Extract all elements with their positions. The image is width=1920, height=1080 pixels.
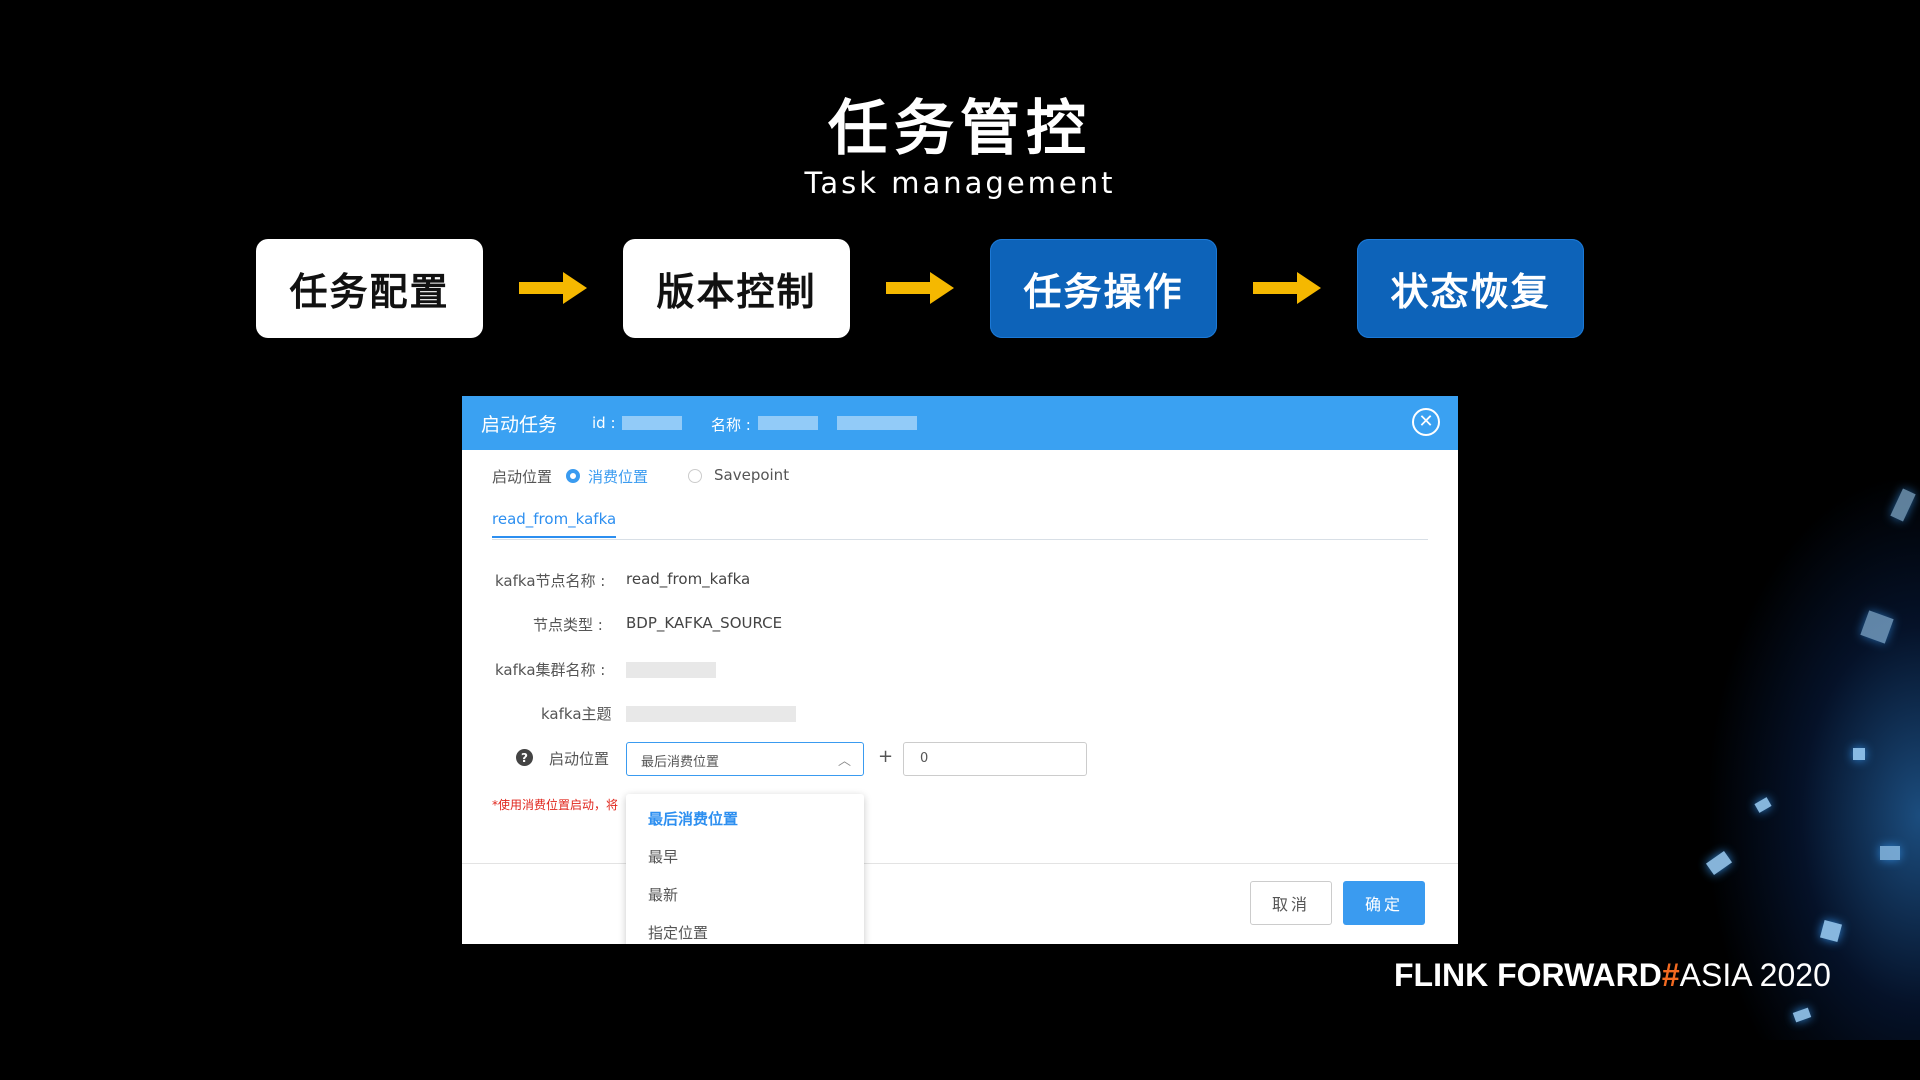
arrow-right-icon (1253, 272, 1321, 304)
dialog-header: 启动任务 id : 名称 : ✕ (462, 396, 1458, 450)
brand-logo: FLINK FORWARD#ASIA 2020 (1394, 957, 1831, 993)
dropdown-option-specified[interactable]: 指定位置 (648, 922, 708, 943)
warning-text: *使用消费位置启动，将 (492, 798, 619, 812)
topic-label: kafka主题 (541, 705, 612, 723)
step-version-control: 版本控制 (623, 239, 850, 338)
dropdown-option-last-consumed[interactable]: 最后消费位置 (648, 808, 738, 829)
radio-consume-position-label[interactable]: 消费位置 (588, 466, 648, 487)
cluster-name-label: kafka集群名称 : (495, 661, 606, 679)
question-icon[interactable]: ? (516, 749, 533, 766)
node-type-value: BDP_KAFKA_SOURCE (626, 614, 783, 632)
redacted-cluster-value (626, 662, 716, 678)
arrow-right-icon (886, 272, 954, 304)
footer-divider (462, 863, 1458, 864)
name-label: 名称 : (711, 416, 751, 434)
node-name-label: kafka节点名称 : (495, 572, 606, 590)
select-value: 最后消费位置 (641, 755, 720, 770)
node-name-value: read_from_kafka (626, 570, 751, 588)
radio-savepoint[interactable] (688, 469, 702, 483)
start-position-label: 启动位置 (492, 468, 553, 486)
start-task-dialog: 启动任务 id : 名称 : ✕ 启动位置 消费位置 Savepoint rea… (462, 396, 1458, 944)
radio-consume-position[interactable] (566, 469, 580, 483)
dialog-title: 启动任务 (481, 414, 558, 436)
cancel-button[interactable]: 取消 (1250, 881, 1332, 925)
confirm-button[interactable]: 确定 (1343, 881, 1425, 925)
arrow-right-icon (519, 272, 587, 304)
dropdown-option-latest[interactable]: 最新 (648, 884, 678, 905)
step-task-operation: 任务操作 (990, 239, 1217, 338)
start-position-dropdown: 最后消费位置 最早 最新 指定位置 (626, 794, 864, 944)
close-circle-icon[interactable]: ✕ (1412, 408, 1440, 436)
redacted-name (758, 416, 818, 430)
redacted-topic-value (626, 706, 796, 722)
chevron-up-icon: ︿ (837, 754, 851, 769)
radio-savepoint-label[interactable]: Savepoint (714, 466, 789, 484)
redacted-id (622, 416, 682, 430)
step-task-config: 任务配置 (256, 239, 483, 338)
page-title: 任务管控 (828, 94, 1092, 164)
redacted-name (837, 416, 917, 430)
dropdown-option-earliest[interactable]: 最早 (648, 846, 678, 867)
page-subtitle: Task management (804, 166, 1116, 200)
offset-input[interactable]: 0 (903, 742, 1087, 776)
id-label: id : (592, 414, 616, 432)
plus-sign: + (878, 746, 894, 767)
tab-divider (492, 539, 1428, 540)
node-type-label: 节点类型 : (533, 616, 603, 634)
start-position-field-label: 启动位置 (549, 750, 610, 768)
start-position-select[interactable]: 最后消费位置 ︿ (626, 742, 864, 776)
tab-read-from-kafka[interactable]: read_from_kafka (492, 510, 617, 538)
step-state-recovery: 状态恢复 (1357, 239, 1584, 338)
